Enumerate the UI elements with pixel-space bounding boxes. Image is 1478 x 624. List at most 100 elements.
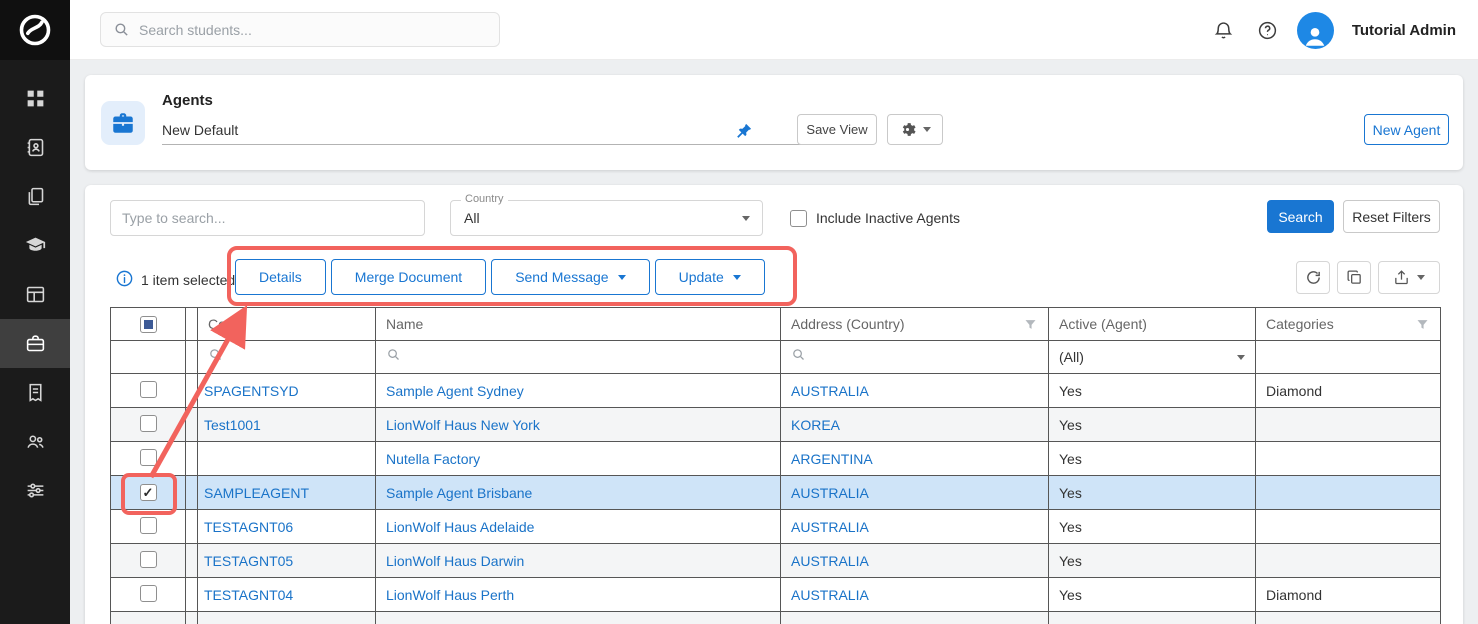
export-icon [1393, 269, 1410, 286]
column-header-0[interactable]: Code [198, 308, 376, 341]
row-checkbox[interactable] [140, 449, 157, 466]
sidebar-item-courses[interactable] [0, 221, 70, 270]
code-link[interactable]: SPAGENTSYD [204, 383, 299, 399]
column-header-3[interactable]: Active (Agent) [1049, 308, 1256, 341]
sidebar-item-settings[interactable] [0, 466, 70, 515]
country-link[interactable]: AUSTRALIA [791, 587, 869, 603]
column-header-4[interactable]: Categories [1256, 308, 1441, 341]
code-link[interactable]: TESTAGNT06 [204, 519, 293, 535]
column-filter-2[interactable] [781, 341, 1049, 374]
refresh-icon [1305, 269, 1322, 286]
name-cell: LionWolf Haus Darwin [376, 544, 781, 578]
button-label: Send Message [515, 269, 608, 285]
name-link[interactable]: LionWolf Haus New York [386, 417, 540, 433]
code-link[interactable]: Test1001 [204, 417, 261, 433]
checkbox-unchecked[interactable] [790, 210, 807, 227]
country-link[interactable]: AUSTRALIA [791, 383, 869, 399]
filter-funnel-icon[interactable] [1415, 317, 1430, 332]
reset-filters-button[interactable]: Reset Filters [1343, 200, 1440, 233]
select-all-checkbox[interactable] [140, 316, 157, 333]
sidebar-item-modules[interactable] [0, 270, 70, 319]
avatar[interactable] [1297, 12, 1334, 49]
graduation-cap-icon [25, 235, 46, 256]
country-select[interactable]: Country All [450, 200, 763, 236]
briefcase-icon [110, 110, 136, 136]
categories-cell [1256, 544, 1441, 578]
table-row[interactable]: Test1001LionWolf Haus New YorkKOREAYes [111, 408, 1441, 442]
refresh-button[interactable] [1296, 261, 1330, 294]
sidebar-item-contacts[interactable] [0, 123, 70, 172]
column-header-1[interactable]: Name [376, 308, 781, 341]
row-checkbox[interactable] [140, 415, 157, 432]
filter-funnel-icon[interactable] [1023, 317, 1038, 332]
column-filter-0[interactable] [198, 341, 376, 374]
name-link[interactable]: Sample Agent Sydney [386, 383, 524, 399]
copy-button[interactable] [1337, 261, 1371, 294]
column-filter-1[interactable] [376, 341, 781, 374]
country-link[interactable]: AUSTRALIA [791, 485, 869, 501]
pin-view-button[interactable] [730, 118, 756, 144]
row-checkbox[interactable] [140, 585, 157, 602]
view-settings-button[interactable] [887, 114, 943, 145]
export-button[interactable] [1378, 261, 1440, 294]
name-cell: Nutella Factory [376, 442, 781, 476]
update-button[interactable]: Update [655, 259, 765, 295]
table-row[interactable]: TESTAGNT05 LionWolf Haus Darwin AUSTRALIA Y… [111, 544, 1441, 578]
table-row[interactable]: Nutella FactoryARGENTINAYes [111, 442, 1441, 476]
spacer-cell [186, 544, 198, 578]
column-header-2[interactable]: Address (Country) [781, 308, 1049, 341]
name-link[interactable]: Nutella Factory [386, 451, 480, 467]
sidebar-item-users[interactable] [0, 417, 70, 466]
details-button[interactable]: Details [235, 259, 326, 295]
global-search-input[interactable] [139, 22, 487, 38]
country-link[interactable]: KOREA [791, 417, 840, 433]
country-link[interactable]: AUSTRALIA [791, 519, 869, 535]
country-cell: AUSTRALIA [781, 544, 1049, 578]
help-button[interactable] [1253, 15, 1283, 45]
name-link[interactable]: LionWolf Haus Adelaide [386, 519, 534, 535]
row-checkbox[interactable] [140, 381, 157, 398]
country-link[interactable]: ARGENTINA [791, 451, 873, 467]
merge-document-button[interactable]: Merge Document [331, 259, 486, 295]
country-link[interactable]: AUSTRALIA [791, 553, 869, 569]
name-link[interactable]: LionWolf Haus Darwin [386, 553, 524, 569]
sidebar-item-dashboard[interactable] [0, 74, 70, 123]
sidebar-item-invoices[interactable] [0, 368, 70, 417]
save-view-button[interactable]: Save View [797, 114, 877, 145]
table-row[interactable]: TESTAGNT04LionWolf Haus PerthAUSTRALIAYe… [111, 578, 1441, 612]
filter-select-value: (All) [1059, 349, 1084, 365]
row-checkbox-cell [111, 374, 186, 408]
grid-search-input[interactable] [122, 210, 413, 226]
table-row[interactable]: TESTAGNT06 LionWolf Haus Adelaide AUSTRALI… [111, 510, 1441, 544]
column-filter-3[interactable]: (All) [1049, 341, 1256, 374]
people-icon [25, 431, 46, 452]
new-agent-button[interactable]: New Agent [1364, 114, 1449, 145]
name-link[interactable]: Sample Agent Brisbane [386, 485, 532, 501]
row-checkbox[interactable] [140, 517, 157, 534]
table-row[interactable]: SPAGENTSYDSample Agent SydneyAUSTRALIAYe… [111, 374, 1441, 408]
sidebar [0, 0, 70, 624]
row-checkbox-cell [111, 408, 186, 442]
send-message-button[interactable]: Send Message [491, 259, 649, 295]
notifications-button[interactable] [1209, 15, 1239, 45]
briefcase-icon [25, 333, 46, 354]
search-button-label: Search [1278, 209, 1322, 225]
sidebar-item-documents[interactable] [0, 172, 70, 221]
table-row-partial [111, 612, 1441, 624]
global-search[interactable] [100, 12, 500, 47]
row-checkbox[interactable] [140, 551, 157, 568]
search-button[interactable]: Search [1267, 200, 1334, 233]
include-inactive-checkbox[interactable]: Include Inactive Agents [790, 200, 960, 236]
table-row[interactable]: SAMPLEAGENT Sample Agent Brisbane AUSTRALI… [111, 476, 1441, 510]
row-checkbox[interactable] [140, 484, 157, 501]
active-cell: Yes [1049, 544, 1256, 578]
sidebar-item-agents[interactable] [0, 319, 70, 368]
code-link[interactable]: TESTAGNT04 [204, 587, 293, 603]
code-link[interactable]: TESTAGNT05 [204, 553, 293, 569]
code-link[interactable]: SAMPLEAGENT [204, 485, 309, 501]
view-select[interactable]: New Default [162, 115, 807, 145]
grid-search-field[interactable] [110, 200, 425, 236]
spacer-column [186, 308, 198, 341]
app-logo[interactable] [0, 0, 70, 60]
name-link[interactable]: LionWolf Haus Perth [386, 587, 514, 603]
